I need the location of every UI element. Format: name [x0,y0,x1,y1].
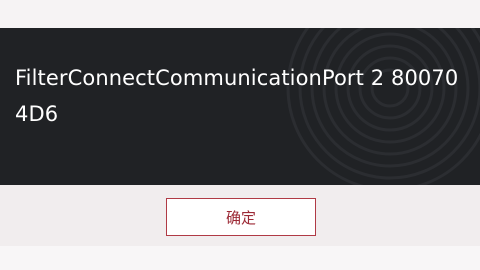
bottom-background [0,246,480,270]
top-background [0,0,480,28]
dialog-footer: 确定 [0,185,480,246]
error-dialog: FilterConnectCommunicationPort 2 800704D… [0,28,480,185]
error-message: FilterConnectCommunicationPort 2 800704D… [15,66,459,126]
ok-button[interactable]: 确定 [166,198,316,236]
